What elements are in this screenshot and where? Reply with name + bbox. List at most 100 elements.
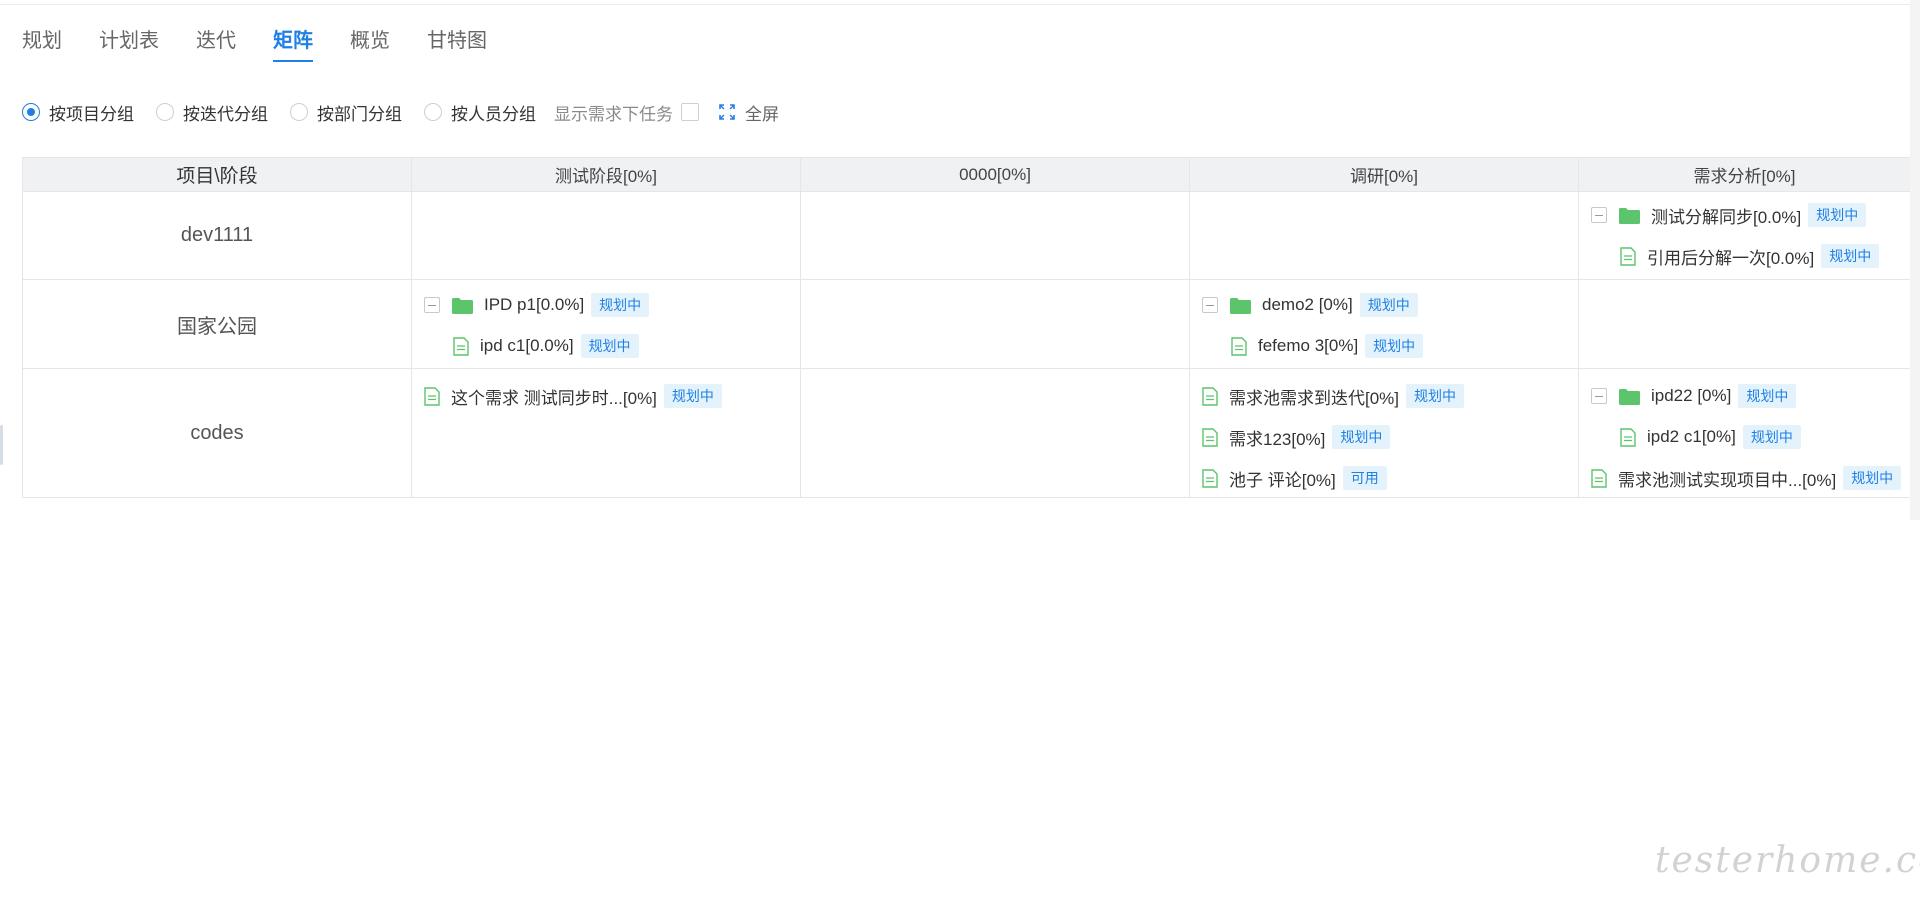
item-title[interactable]: 需求123[0%] — [1229, 425, 1325, 450]
matrix-cell: 需求池需求到迭代[0%] 规划中 需求123[0%] 规划中 池子 评论[0%]… — [1190, 369, 1579, 497]
group-by-person-option[interactable]: 按人员分组 — [424, 100, 536, 125]
matrix-cell: 这个需求 测试同步时...[0%] 规划中 — [412, 369, 801, 497]
fullscreen-label: 全屏 — [745, 104, 779, 124]
matrix-cell — [801, 192, 1190, 279]
collapse-minus-icon[interactable] — [1591, 207, 1607, 223]
status-badge: 规划中 — [1365, 334, 1424, 358]
status-badge: 规划中 — [1742, 425, 1801, 449]
top-divider — [0, 4, 1920, 5]
tab-planning[interactable]: 规划 — [22, 26, 62, 66]
item-title[interactable]: 引用后分解一次[0.0%] — [1647, 244, 1814, 269]
tab-gantt[interactable]: 甘特图 — [427, 26, 487, 66]
radio-button[interactable] — [22, 103, 40, 121]
item-title[interactable]: IPD p1[0.0%] — [484, 295, 584, 315]
matrix-cell — [801, 280, 1190, 368]
radio-button[interactable] — [290, 103, 308, 121]
show-tasks-toggle[interactable]: 显示需求下任务 — [554, 100, 699, 125]
document-icon — [1202, 386, 1218, 406]
side-drawer-handle[interactable] — [0, 425, 3, 465]
status-badge: 规划中 — [663, 384, 722, 408]
list-item[interactable]: fefemo 3[0%] 规划中 — [1231, 333, 1424, 359]
item-title[interactable]: fefemo 3[0%] — [1258, 336, 1358, 356]
list-item[interactable]: 需求123[0%] 规划中 — [1202, 424, 1391, 450]
matrix-cell — [1190, 192, 1579, 279]
show-tasks-label: 显示需求下任务 — [554, 104, 673, 124]
tab-matrix[interactable]: 矩阵 — [273, 26, 313, 66]
item-title[interactable]: 需求池测试实现项目中...[0%] — [1618, 466, 1836, 491]
radio-label: 按人员分组 — [451, 104, 536, 124]
radio-label: 按迭代分组 — [183, 104, 268, 124]
list-item[interactable]: IPD p1[0.0%] 规划中 — [424, 292, 650, 318]
item-title[interactable]: ipd22 [0%] — [1651, 386, 1731, 406]
table-row: codes 这个需求 测试同步时...[0%] 规划中 需求池需求到迭代[0%]… — [23, 369, 1910, 498]
folder-icon — [1230, 297, 1251, 314]
collapse-minus-icon[interactable] — [1591, 388, 1607, 404]
list-item[interactable]: 池子 评论[0%] 可用 — [1202, 465, 1387, 491]
item-title[interactable]: 测试分解同步[0.0%] — [1651, 203, 1801, 228]
list-item[interactable]: ipd2 c1[0%] 规划中 — [1620, 424, 1801, 450]
stage-header: 0000[0%] — [801, 158, 1190, 191]
folder-icon — [452, 297, 473, 314]
table-row: 国家公园 IPD p1[0.0%] 规划中 ipd c1[0.0%] 规划中 d… — [23, 280, 1910, 369]
project-name: dev1111 — [23, 192, 412, 279]
document-icon — [1231, 336, 1247, 356]
collapse-minus-icon[interactable] — [424, 297, 440, 313]
item-title[interactable]: demo2 [0%] — [1262, 295, 1353, 315]
list-item[interactable]: 需求池需求到迭代[0%] 规划中 — [1202, 383, 1465, 409]
fullscreen-button[interactable]: 全屏 — [719, 100, 779, 125]
list-item[interactable]: 这个需求 测试同步时...[0%] 规划中 — [424, 383, 722, 409]
stage-header: 调研[0%] — [1190, 158, 1579, 191]
stage-header: 需求分析[0%] — [1693, 167, 1796, 186]
document-icon — [1620, 427, 1636, 447]
project-name: 国家公园 — [23, 280, 412, 368]
status-badge: 规划中 — [1406, 384, 1465, 408]
matrix-header-row: 项目\阶段 测试阶段[0%] 0000[0%] 调研[0%] 需求分析[0%] — [23, 158, 1910, 192]
document-icon — [1591, 468, 1607, 488]
view-tabs: 规划 计划表 迭代 矩阵 概览 甘特图 — [22, 26, 524, 68]
item-title[interactable]: 这个需求 测试同步时...[0%] — [451, 384, 657, 409]
document-icon — [424, 386, 440, 406]
tab-overview[interactable]: 概览 — [350, 26, 390, 66]
project-name: codes — [23, 369, 412, 497]
tab-schedule[interactable]: 计划表 — [99, 26, 159, 66]
status-badge: 规划中 — [1843, 466, 1902, 490]
list-item[interactable]: ipd22 [0%] 规划中 — [1591, 383, 1797, 409]
group-by-project-option[interactable]: 按项目分组 — [22, 100, 134, 125]
status-badge: 规划中 — [1332, 425, 1391, 449]
list-item[interactable]: 需求池测试实现项目中...[0%] 规划中 — [1591, 465, 1902, 491]
item-title[interactable]: ipd c1[0.0%] — [480, 336, 574, 356]
watermark: testerhome.com — [1655, 840, 1920, 881]
table-row: dev1111 测试分解同步[0.0%] 规划中 引用后分解一次[0.0%] 规… — [23, 192, 1910, 280]
list-item[interactable]: ipd c1[0.0%] 规划中 — [453, 333, 639, 359]
group-by-iteration-option[interactable]: 按迭代分组 — [156, 100, 268, 125]
matrix-cell — [801, 369, 1190, 497]
matrix-cell: 测试分解同步[0.0%] 规划中 引用后分解一次[0.0%] 规划中 — [1579, 192, 1910, 279]
tab-iteration[interactable]: 迭代 — [196, 26, 236, 66]
item-title[interactable]: 池子 评论[0%] — [1229, 466, 1336, 491]
matrix-cell — [412, 192, 801, 279]
document-icon — [1202, 468, 1218, 488]
radio-label: 按项目分组 — [49, 104, 134, 124]
stage-header: 测试阶段[0%] — [412, 158, 801, 191]
status-badge: 规划中 — [1738, 384, 1797, 408]
item-title[interactable]: 需求池需求到迭代[0%] — [1229, 384, 1399, 409]
document-icon — [1202, 427, 1218, 447]
radio-button[interactable] — [424, 103, 442, 121]
list-item[interactable]: demo2 [0%] 规划中 — [1202, 292, 1418, 318]
status-badge: 规划中 — [580, 334, 639, 358]
group-by-department-option[interactable]: 按部门分组 — [290, 100, 402, 125]
collapse-minus-icon[interactable] — [1202, 297, 1218, 313]
group-filter-bar: 按项目分组 按迭代分组 按部门分组 按人员分组 显示需求下任务 全屏 — [22, 99, 779, 125]
folder-icon — [1619, 207, 1640, 224]
matrix-cell: IPD p1[0.0%] 规划中 ipd c1[0.0%] 规划中 — [412, 280, 801, 368]
corner-header: 项目\阶段 — [23, 158, 412, 191]
status-badge: 规划中 — [1359, 293, 1418, 317]
matrix-cell: ipd22 [0%] 规划中 ipd2 c1[0%] 规划中 需求池测试实现项目… — [1579, 369, 1910, 497]
show-tasks-checkbox[interactable] — [681, 103, 699, 121]
list-item[interactable]: 引用后分解一次[0.0%] 规划中 — [1620, 243, 1880, 269]
scrollbar-track[interactable] — [1910, 0, 1920, 520]
document-icon — [1620, 246, 1636, 266]
list-item[interactable]: 测试分解同步[0.0%] 规划中 — [1591, 202, 1867, 228]
item-title[interactable]: ipd2 c1[0%] — [1647, 427, 1736, 447]
radio-button[interactable] — [156, 103, 174, 121]
